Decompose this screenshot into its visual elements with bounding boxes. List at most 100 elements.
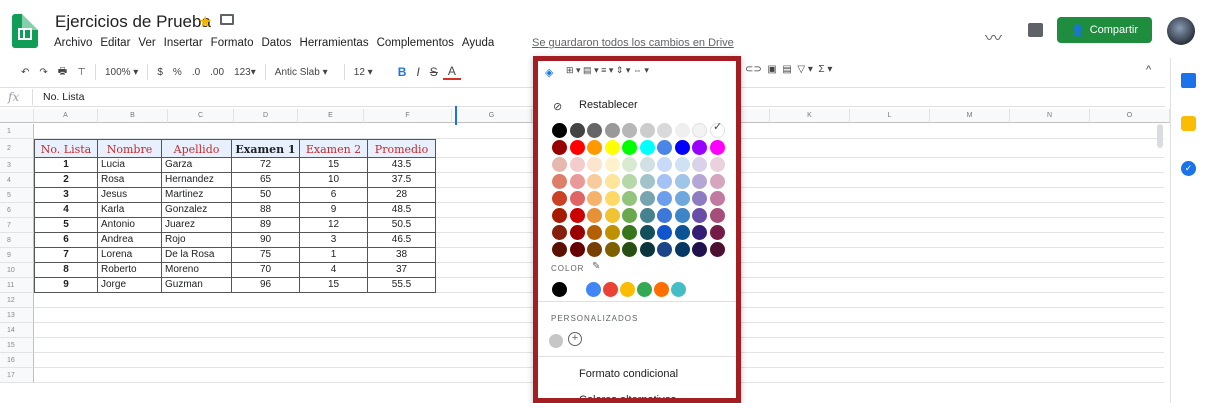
color-swatch[interactable]: [552, 174, 567, 189]
color-swatch[interactable]: [604, 157, 620, 172]
vertical-scrollbar[interactable]: [1157, 124, 1163, 148]
color-swatch[interactable]: [709, 140, 725, 155]
column-header[interactable]: L: [850, 109, 930, 123]
color-swatch[interactable]: [587, 123, 602, 138]
table-cell[interactable]: Andrea: [98, 233, 162, 248]
calendar-icon[interactable]: [1181, 73, 1196, 88]
percent-button[interactable]: %: [168, 67, 187, 78]
add-custom-color-icon[interactable]: +: [568, 332, 582, 346]
strikethrough-button[interactable]: S: [425, 65, 443, 79]
menu-insertar[interactable]: Insertar: [164, 37, 203, 49]
color-swatch[interactable]: [674, 208, 690, 223]
table-cell[interactable]: 12: [300, 218, 368, 233]
collapse-toolbar-icon[interactable]: ^: [1146, 64, 1151, 76]
table-cell[interactable]: Jorge: [98, 278, 162, 293]
color-swatch[interactable]: [587, 140, 602, 155]
table-cell[interactable]: De la Rosa: [162, 248, 232, 263]
table-cell[interactable]: 7: [34, 248, 98, 263]
color-swatch[interactable]: [692, 157, 707, 172]
filter-icon[interactable]: ▽: [797, 64, 805, 75]
table-cell[interactable]: 6: [34, 233, 98, 248]
color-swatch[interactable]: [569, 242, 585, 257]
color-swatch[interactable]: [552, 225, 567, 240]
color-swatch[interactable]: [552, 157, 567, 172]
table-cell[interactable]: Juarez: [162, 218, 232, 233]
menu-ayuda[interactable]: Ayuda: [462, 37, 494, 49]
menu-ver[interactable]: Ver: [138, 37, 155, 49]
color-swatch[interactable]: [622, 140, 637, 155]
table-cell[interactable]: 4: [300, 263, 368, 278]
color-swatch[interactable]: [692, 140, 707, 155]
link-icon[interactable]: ⊂⊃: [745, 64, 762, 75]
menu-herramientas[interactable]: Herramientas: [300, 37, 369, 49]
row-header[interactable]: 2: [0, 139, 34, 158]
table-header-cell[interactable]: Examen 2: [300, 139, 368, 158]
sheets-logo-icon[interactable]: [12, 14, 38, 48]
table-cell[interactable]: 55.5: [368, 278, 436, 293]
row-header[interactable]: 3: [0, 158, 34, 173]
color-swatch[interactable]: [674, 242, 690, 257]
color-swatch[interactable]: [552, 140, 567, 155]
table-cell[interactable]: 50: [232, 188, 300, 203]
menu-complementos[interactable]: Complementos: [377, 37, 454, 49]
color-swatch[interactable]: [622, 123, 637, 138]
row-header[interactable]: 9: [0, 248, 34, 263]
column-header[interactable]: G: [452, 109, 532, 123]
color-swatch[interactable]: [657, 123, 672, 138]
save-status-link[interactable]: Se guardaron todos los cambios en Drive: [532, 37, 734, 49]
color-swatch[interactable]: [569, 191, 585, 206]
theme-color-swatch[interactable]: [603, 282, 618, 297]
color-swatch[interactable]: [622, 157, 637, 172]
folder-icon[interactable]: [220, 14, 234, 25]
table-cell[interactable]: 15: [300, 278, 368, 293]
color-swatch[interactable]: [587, 208, 602, 223]
table-cell[interactable]: 1: [34, 158, 98, 173]
text-color-button[interactable]: A: [442, 64, 461, 80]
formula-input[interactable]: No. Lista: [43, 91, 84, 103]
column-header[interactable]: F: [364, 109, 452, 123]
row-header[interactable]: 4: [0, 173, 34, 188]
column-header[interactable]: M: [930, 109, 1010, 123]
color-swatch[interactable]: [587, 174, 602, 189]
table-cell[interactable]: Gonzalez: [162, 203, 232, 218]
table-cell[interactable]: 89: [232, 218, 300, 233]
table-cell[interactable]: 75: [232, 248, 300, 263]
font-size-select[interactable]: 12 ▾: [349, 67, 393, 78]
color-swatch[interactable]: [692, 191, 707, 206]
table-cell[interactable]: Lorena: [98, 248, 162, 263]
column-header[interactable]: D: [234, 109, 298, 123]
table-cell[interactable]: 70: [232, 263, 300, 278]
table-cell[interactable]: Hernandez: [162, 173, 232, 188]
column-header[interactable]: O: [1090, 109, 1170, 123]
color-swatch[interactable]: [709, 225, 725, 240]
activity-trend-icon[interactable]: 〰: [985, 24, 1002, 49]
row-header[interactable]: 16: [0, 353, 34, 368]
table-cell[interactable]: 43.5: [368, 158, 436, 173]
color-swatch[interactable]: [622, 208, 637, 223]
color-swatch[interactable]: [552, 242, 567, 257]
color-swatch[interactable]: [587, 242, 602, 257]
color-swatch[interactable]: [569, 140, 585, 155]
table-cell[interactable]: 96: [232, 278, 300, 293]
row-header[interactable]: 7: [0, 218, 34, 233]
color-swatch[interactable]: [692, 225, 707, 240]
avatar[interactable]: [1167, 17, 1195, 45]
select-all-corner[interactable]: [0, 109, 34, 123]
color-swatch[interactable]: [692, 242, 707, 257]
color-swatch[interactable]: [552, 123, 567, 138]
table-header-cell[interactable]: Nombre: [98, 139, 162, 158]
color-swatch[interactable]: [604, 174, 620, 189]
color-swatch[interactable]: [639, 191, 655, 206]
color-swatch[interactable]: [709, 157, 725, 172]
table-cell[interactable]: Rojo: [162, 233, 232, 248]
tasks-icon[interactable]: ✓: [1181, 161, 1196, 176]
row-header[interactable]: 10: [0, 263, 34, 278]
table-header-cell[interactable]: Apellido: [162, 139, 232, 158]
table-cell[interactable]: 15: [300, 158, 368, 173]
color-swatch[interactable]: [657, 242, 672, 257]
document-title[interactable]: Ejercicios de Prueba: [55, 12, 211, 32]
italic-button[interactable]: I: [411, 65, 424, 79]
row-header[interactable]: 11: [0, 278, 34, 293]
color-swatch[interactable]: [674, 123, 690, 138]
color-swatch[interactable]: [587, 191, 602, 206]
